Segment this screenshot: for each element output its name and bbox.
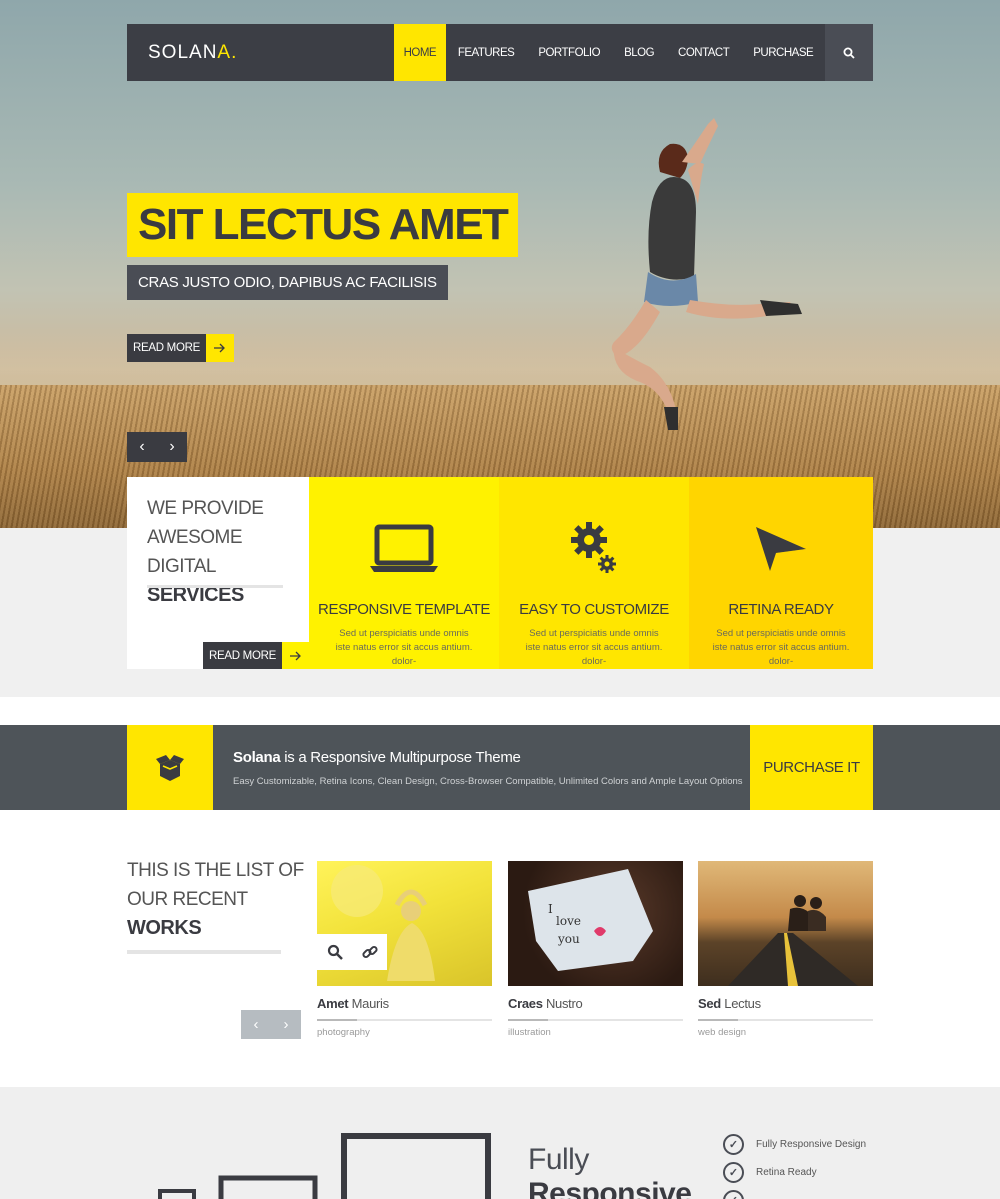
nav-item-purchase[interactable]: PURCHASE: [741, 24, 825, 81]
feature-label: ...: [756, 1195, 764, 1199]
purchase-subtext: Easy Customizable, Retina Icons, Clean D…: [233, 776, 743, 787]
feature-check-item: ✓ Retina Ready: [723, 1162, 817, 1183]
work-thumbnail[interactable]: [317, 861, 492, 986]
divider: [317, 1019, 492, 1021]
hero-title: SIT LECTUS AMET: [127, 193, 519, 257]
devices-illustration: [158, 1133, 491, 1199]
divider: [508, 1019, 683, 1021]
divider: [127, 950, 281, 954]
work-item[interactable]: I love you Craes Nustro illustration: [508, 861, 683, 1038]
zoom-icon[interactable]: [317, 934, 352, 970]
service-text: Sed ut perspiciatis unde omnis iste natu…: [712, 628, 850, 667]
works-intro-line1: THIS IS THE LIST OF: [127, 860, 304, 881]
work-thumbnail[interactable]: [698, 861, 873, 986]
responsive-title-line2: Responsive: [528, 1177, 692, 1199]
services-section: WE PROVIDE AWESOME DIGITAL SERVICES READ…: [127, 477, 873, 669]
work-category[interactable]: photography: [317, 1027, 492, 1038]
couple-road-photo: [728, 895, 858, 986]
feature-label: Fully Responsive Design: [756, 1139, 867, 1150]
work-category[interactable]: web design: [698, 1027, 873, 1038]
hero-slider-arrows: ‹ ›: [127, 432, 187, 462]
headline-text: is a Responsive Multipurpose Theme: [280, 749, 521, 766]
link-icon[interactable]: [352, 934, 387, 970]
work-caption: Sed Lectus: [698, 996, 873, 1011]
hero-subtitle: CRAS JUSTO ODIO, DAPIBUS AC FACILISIS: [127, 265, 448, 300]
work-thumbnail[interactable]: I love you: [508, 861, 683, 986]
hero-read-more-button[interactable]: READ MORE: [127, 334, 234, 362]
service-title: RESPONSIVE TEMPLATE: [318, 601, 490, 618]
logo-text: SOLAN: [148, 41, 218, 63]
service-card-retina[interactable]: RETINA READY Sed ut perspiciatis unde om…: [689, 477, 873, 669]
work-title-bold: Amet: [317, 996, 349, 1011]
check-circle-icon: ✓: [723, 1162, 744, 1183]
work-item[interactable]: Sed Lectus web design: [698, 861, 873, 1038]
hover-actions: [317, 934, 387, 970]
site-logo[interactable]: SOLAN A.: [127, 24, 394, 81]
search-button[interactable]: [825, 24, 873, 81]
work-title-bold: Sed: [698, 996, 721, 1011]
work-caption: Craes Nustro: [508, 996, 683, 1011]
paper-plane-icon: [689, 519, 873, 579]
work-title-bold: Craes: [508, 996, 543, 1011]
arrow-right-icon: [282, 642, 310, 669]
gears-icon: [499, 519, 689, 579]
work-item[interactable]: Amet Mauris photography: [317, 861, 492, 1038]
service-title: RETINA READY: [728, 601, 834, 618]
services-intro: WE PROVIDE AWESOME DIGITAL SERVICES READ…: [127, 477, 310, 669]
read-more-label: READ MORE: [203, 642, 282, 669]
work-caption: Amet Mauris: [317, 996, 492, 1011]
works-prev-button[interactable]: ‹: [241, 1010, 271, 1039]
purchase-bar: Solana is a Responsive Multipurpose Them…: [0, 725, 1000, 810]
jumping-woman-image: [611, 118, 802, 430]
nav-menu: HOME FEATURES PORTFOLIO BLOG CONTACT PUR…: [393, 24, 825, 81]
check-circle-icon: ✓: [723, 1190, 744, 1199]
works-next-button[interactable]: ›: [271, 1010, 301, 1039]
nav-item-blog[interactable]: BLOG: [612, 24, 666, 81]
works-intro-heading: WORKS: [127, 917, 202, 939]
love-note-photo: I love you: [528, 869, 653, 971]
slider-next-button[interactable]: ›: [157, 432, 187, 462]
service-card-customize[interactable]: EASY TO CUSTOMIZE Sed ut perspiciatis un…: [499, 477, 689, 669]
works-intro: THIS IS THE LIST OF OUR RECENT WORKS: [127, 856, 304, 943]
svg-text:I: I: [548, 902, 553, 916]
top-navbar: SOLAN A. HOME FEATURES PORTFOLIO BLOG CON…: [127, 24, 873, 81]
laptop-icon: [309, 519, 499, 579]
work-title-rest: Mauris: [348, 996, 390, 1011]
arrow-right-icon: [206, 334, 234, 362]
nav-item-contact[interactable]: CONTACT: [666, 24, 741, 81]
service-text: Sed ut perspiciatis unde omnis iste natu…: [525, 628, 663, 667]
work-title-rest: Nustro: [542, 996, 583, 1011]
responsive-title-line1: Fully: [528, 1143, 589, 1176]
works-carousel-arrows: ‹ ›: [241, 1010, 301, 1039]
search-icon: [843, 47, 855, 59]
works-intro-line2: OUR RECENT: [127, 889, 248, 910]
responsive-section: Fully Responsive ✓ Fully Responsive Desig…: [0, 1087, 1000, 1199]
logo-accent: A.: [217, 41, 238, 63]
work-title-rest: Lectus: [720, 996, 761, 1011]
service-card-responsive[interactable]: RESPONSIVE TEMPLATE Sed ut perspiciatis …: [309, 477, 499, 669]
svg-text:you: you: [557, 932, 580, 946]
purchase-it-button[interactable]: PURCHASE IT: [750, 725, 873, 810]
nav-item-features[interactable]: FEATURES: [446, 24, 527, 81]
feature-label: Retina Ready: [756, 1167, 817, 1178]
feature-check-item: ✓...: [723, 1190, 764, 1199]
divider: [147, 585, 283, 588]
nav-item-portfolio[interactable]: PORTFOLIO: [526, 24, 612, 81]
services-intro-line1: WE PROVIDE: [147, 498, 264, 519]
check-circle-icon: ✓: [723, 1134, 744, 1155]
purchase-headline: Solana is a Responsive Multipurpose Them…: [233, 749, 521, 766]
read-more-label: READ MORE: [127, 334, 206, 362]
brand-name: Solana: [233, 749, 281, 766]
work-category[interactable]: illustration: [508, 1027, 683, 1038]
feature-check-item: ✓ Fully Responsive Design: [723, 1134, 866, 1155]
svg-text:love: love: [556, 914, 581, 928]
services-read-more-button[interactable]: READ MORE: [203, 642, 310, 669]
divider: [698, 1019, 873, 1021]
box-icon: [127, 725, 213, 810]
services-intro-line2: AWESOME DIGITAL: [147, 527, 243, 577]
service-text: Sed ut perspiciatis unde omnis iste natu…: [335, 628, 473, 667]
service-title: EASY TO CUSTOMIZE: [519, 601, 669, 618]
nav-item-home[interactable]: HOME: [393, 24, 446, 81]
slider-prev-button[interactable]: ‹: [127, 432, 157, 462]
